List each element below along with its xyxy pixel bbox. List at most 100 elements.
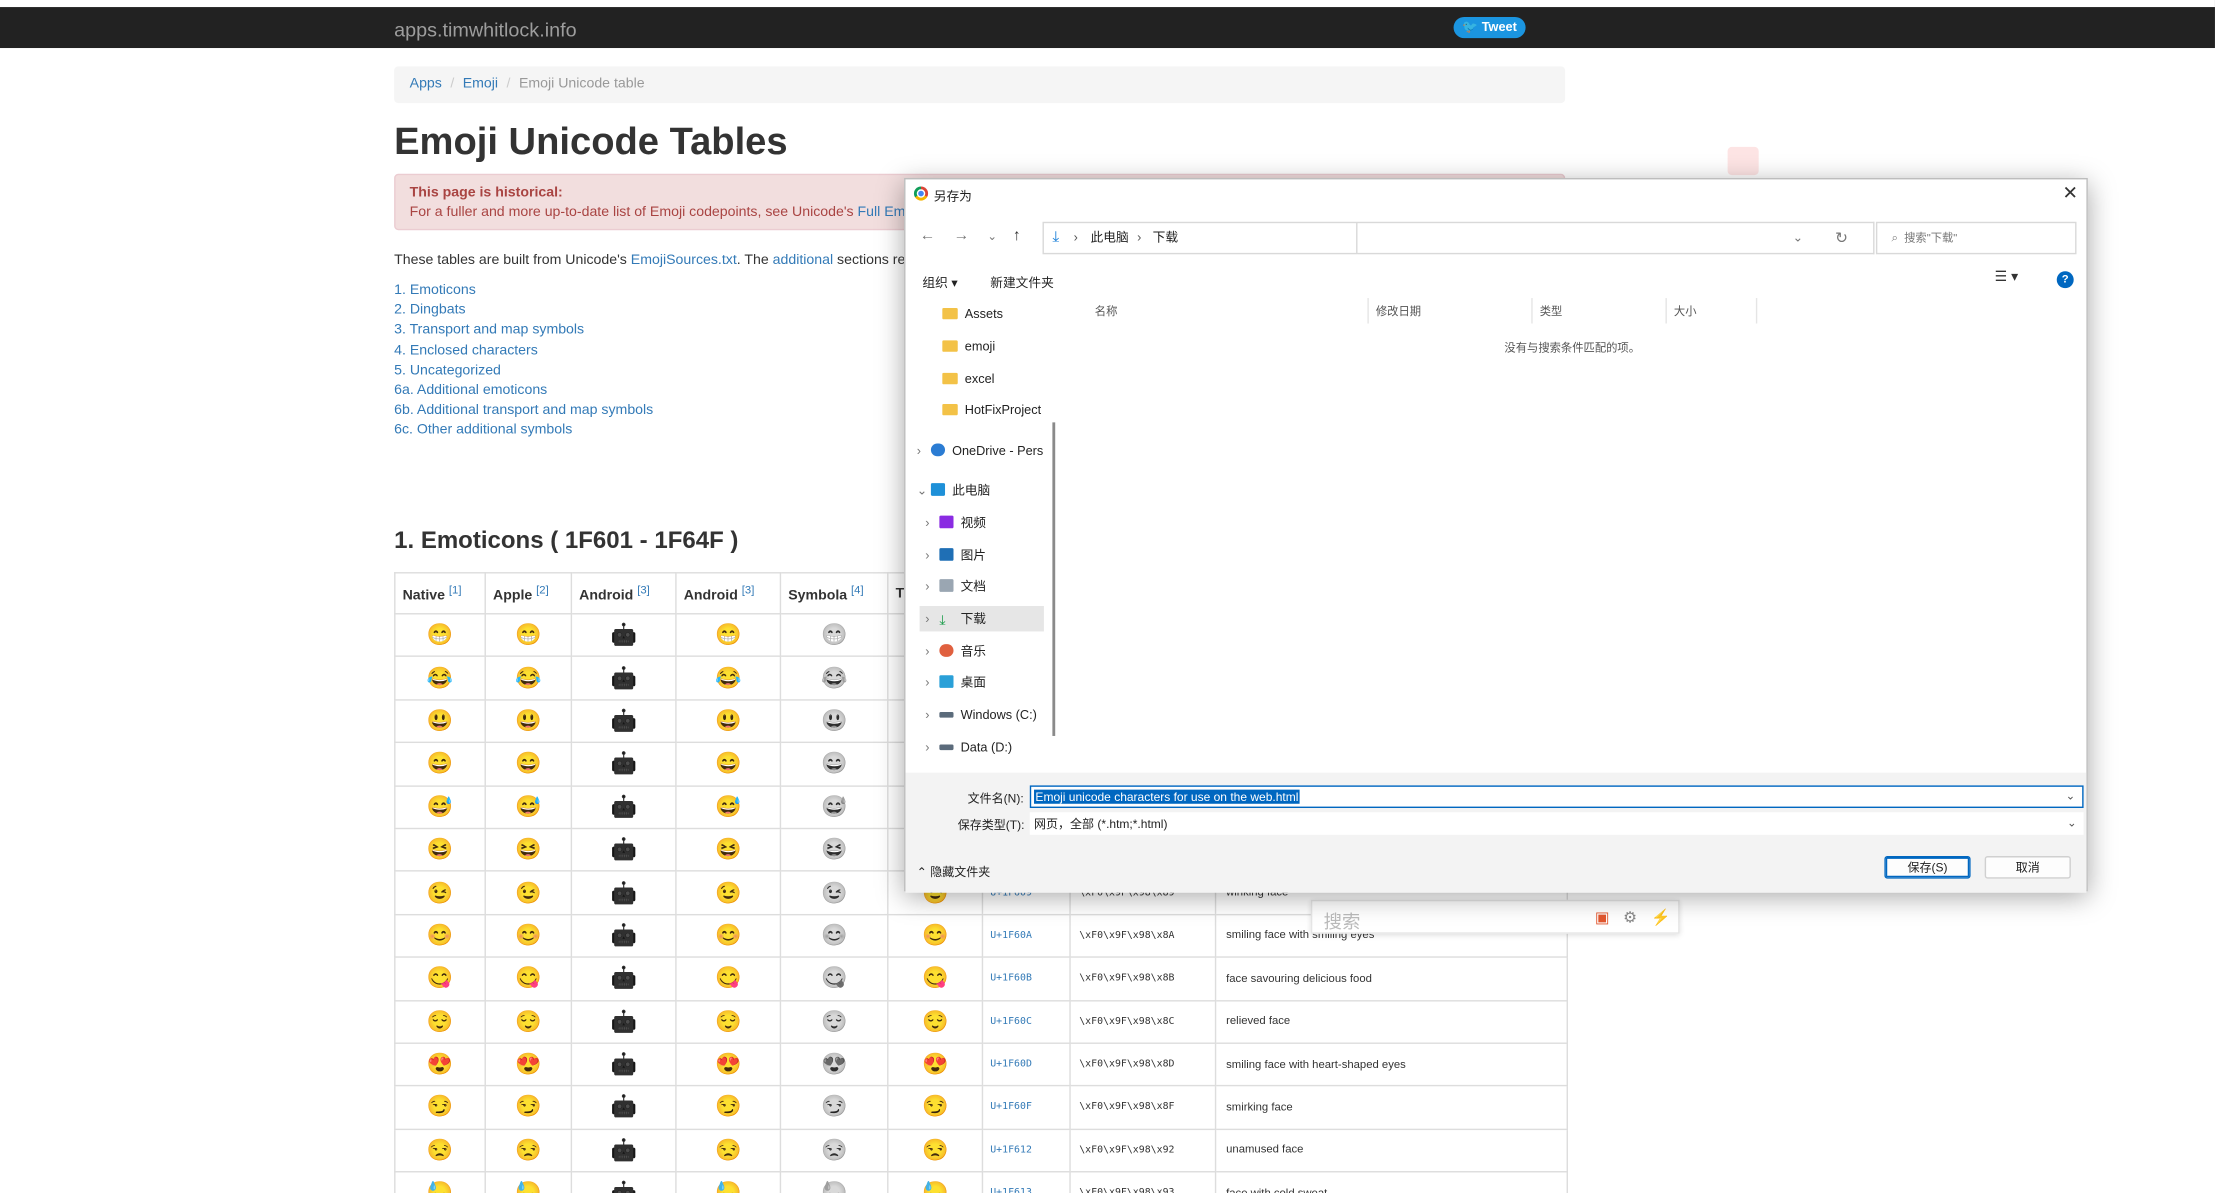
- skin-icon[interactable]: ▣: [1595, 908, 1610, 927]
- sidebar-item-drive-d[interactable]: › Data (D:): [925, 735, 1012, 760]
- new-folder-button[interactable]: 新建文件夹: [990, 273, 1054, 291]
- toc-item[interactable]: 4. Enclosed characters: [394, 341, 653, 361]
- hide-folders-toggle[interactable]: ⌃ 隐藏文件夹: [917, 863, 990, 880]
- toc-item[interactable]: 6b. Additional transport and map symbols: [394, 401, 653, 421]
- apple-emoji: 😏: [484, 1085, 573, 1130]
- col-header: Android [3]: [570, 572, 677, 615]
- tweet-label: Tweet: [1481, 19, 1517, 34]
- sidebar-item-downloads[interactable]: › ⤓ 下载: [919, 606, 1044, 632]
- path-segment[interactable]: 此电脑: [1091, 223, 1129, 253]
- toc-item[interactable]: 3. Transport and map symbols: [394, 321, 653, 341]
- column-divider[interactable]: [1531, 298, 1533, 324]
- toc-item[interactable]: 2. Dingbats: [394, 301, 653, 321]
- close-icon[interactable]: ✕: [2063, 182, 2078, 205]
- sidebar-item-folder[interactable]: excel: [942, 366, 994, 391]
- sidebar-item-folder[interactable]: Assets: [942, 301, 1003, 326]
- breadcrumb-emoji[interactable]: Emoji: [463, 76, 498, 92]
- native-emoji: 😏: [394, 1085, 486, 1130]
- cancel-button[interactable]: 取消: [1984, 856, 2071, 879]
- toc-item[interactable]: 6a. Additional emoticons: [394, 381, 653, 401]
- address-bar[interactable]: ⤓ › 此电脑 › 下载: [1042, 221, 1358, 255]
- address-bar-controls: ⌄ ↻: [1357, 221, 1875, 255]
- twitter-bird-icon: 🐦: [1462, 19, 1479, 34]
- sidebar-item-folder[interactable]: HotFixProject: [942, 397, 1041, 422]
- unicode-code[interactable]: U+1F60A: [981, 913, 1071, 958]
- symbola-emoji: 😂: [779, 655, 889, 701]
- column-date[interactable]: 修改日期: [1376, 304, 1421, 320]
- unicode-code[interactable]: U+1F612: [981, 1128, 1071, 1173]
- symbola-emoji: 😍: [779, 1042, 889, 1087]
- column-divider[interactable]: [1665, 298, 1667, 324]
- column-name[interactable]: 名称: [1095, 304, 1118, 320]
- breadcrumb-apps[interactable]: Apps: [410, 76, 442, 92]
- sidebar-scrollbar[interactable]: [1052, 422, 1056, 736]
- apple-emoji: 😌: [484, 999, 573, 1044]
- col-header-ref[interactable]: [3]: [637, 583, 650, 596]
- help-icon[interactable]: ?: [2056, 271, 2074, 289]
- view-menu-icon[interactable]: ☰ ▾: [1995, 270, 2019, 286]
- sidebar-item-drive-c[interactable]: › Windows (C:): [925, 702, 1037, 727]
- organize-button[interactable]: 组织 ▾: [922, 273, 957, 291]
- col-header-ref[interactable]: [2]: [536, 583, 549, 596]
- cloud-icon: [930, 443, 946, 457]
- filename-label: 文件名(N):: [967, 791, 1024, 806]
- unicode-code[interactable]: U+1F613: [981, 1171, 1071, 1193]
- organize-label: 组织: [922, 275, 948, 290]
- native-emoji: 😉: [394, 870, 486, 915]
- sidebar-item-pictures[interactable]: › 图片: [925, 542, 986, 567]
- toc-item[interactable]: 1. Emoticons: [394, 281, 653, 301]
- floating-search-bar[interactable]: 搜索 ▣ ⚙ ⚡: [1310, 899, 1680, 934]
- sidebar-item-documents[interactable]: › 文档: [925, 574, 986, 599]
- chevron-down-icon[interactable]: ⌄: [2066, 787, 2075, 807]
- col-header-label: T: [895, 585, 905, 602]
- sidebar-item-label: 桌面: [960, 675, 987, 690]
- lightning-icon[interactable]: ⚡: [1651, 908, 1670, 927]
- sidebar-item-label: HotFixProject: [964, 402, 1042, 417]
- col-header-ref[interactable]: [3]: [742, 583, 755, 596]
- path-segment[interactable]: 下载: [1153, 223, 1178, 253]
- unicode-code[interactable]: U+1F60D: [981, 1042, 1071, 1087]
- emojisources-link[interactable]: EmojiSources.txt: [631, 253, 737, 269]
- symbola-emoji: 😌: [779, 999, 889, 1044]
- sidebar-item-desktop[interactable]: › 桌面: [925, 670, 986, 695]
- col-header-ref[interactable]: [1]: [449, 583, 462, 596]
- sidebar-item-this-pc[interactable]: ⌄ 此电脑: [917, 477, 990, 502]
- forward-arrow-icon[interactable]: →: [954, 227, 970, 244]
- up-arrow-icon[interactable]: ↑: [1013, 227, 1021, 244]
- column-size[interactable]: 大小: [1674, 304, 1697, 320]
- native-emoji: 😆: [394, 827, 486, 873]
- sidebar-item-music[interactable]: › 音乐: [925, 638, 986, 663]
- unicode-code[interactable]: U+1F60B: [981, 956, 1071, 1001]
- column-divider[interactable]: [1755, 298, 1758, 324]
- search-icon[interactable]: [1727, 146, 1759, 176]
- filetype-select[interactable]: 网页，全部 (*.htm;*.html) ⌄: [1029, 812, 2084, 835]
- recent-chevron-icon[interactable]: ⌄: [987, 230, 996, 243]
- unicode-code[interactable]: U+1F60C: [981, 999, 1071, 1044]
- toc-item[interactable]: 6c. Other additional symbols: [394, 422, 653, 442]
- back-arrow-icon[interactable]: ←: [920, 227, 936, 244]
- path-separator-icon: ›: [1137, 230, 1142, 245]
- intro-t3: sections ref: [833, 252, 910, 269]
- android-emoji: 😁: [675, 613, 782, 658]
- breadcrumb-current: Emoji Unicode table: [518, 76, 645, 92]
- chevron-down-icon[interactable]: ⌄: [1793, 230, 1804, 246]
- filename-input[interactable]: Emoji unicode characters for use on the …: [1029, 785, 2084, 809]
- unicode-code[interactable]: U+1F60F: [981, 1085, 1071, 1130]
- settings-icon[interactable]: ⚙: [1623, 908, 1637, 927]
- sidebar-item-folder[interactable]: emoji: [942, 333, 995, 358]
- additional-link[interactable]: additional: [773, 253, 833, 269]
- search-input[interactable]: ⌕ 搜索"下载": [1875, 221, 2077, 255]
- sidebar-item-onedrive[interactable]: › OneDrive - Pers: [917, 438, 1047, 463]
- chevron-down-icon[interactable]: ⌄: [2067, 812, 2076, 835]
- android-emoji: 😆: [675, 827, 782, 873]
- save-button[interactable]: 保存(S): [1884, 856, 1971, 879]
- toc-item[interactable]: 5. Uncategorized: [394, 361, 653, 381]
- sidebar-item-videos[interactable]: › 视频: [925, 510, 986, 535]
- tweet-button[interactable]: 🐦 Tweet: [1453, 16, 1526, 39]
- column-type[interactable]: 类型: [1540, 304, 1563, 320]
- col-header-ref[interactable]: [4]: [851, 583, 864, 596]
- refresh-icon[interactable]: ↻: [1835, 229, 1848, 247]
- column-divider[interactable]: [1367, 298, 1369, 324]
- twitter-emoji: 😋: [887, 956, 984, 1001]
- site-brand[interactable]: apps.timwhitlock.info: [394, 18, 576, 41]
